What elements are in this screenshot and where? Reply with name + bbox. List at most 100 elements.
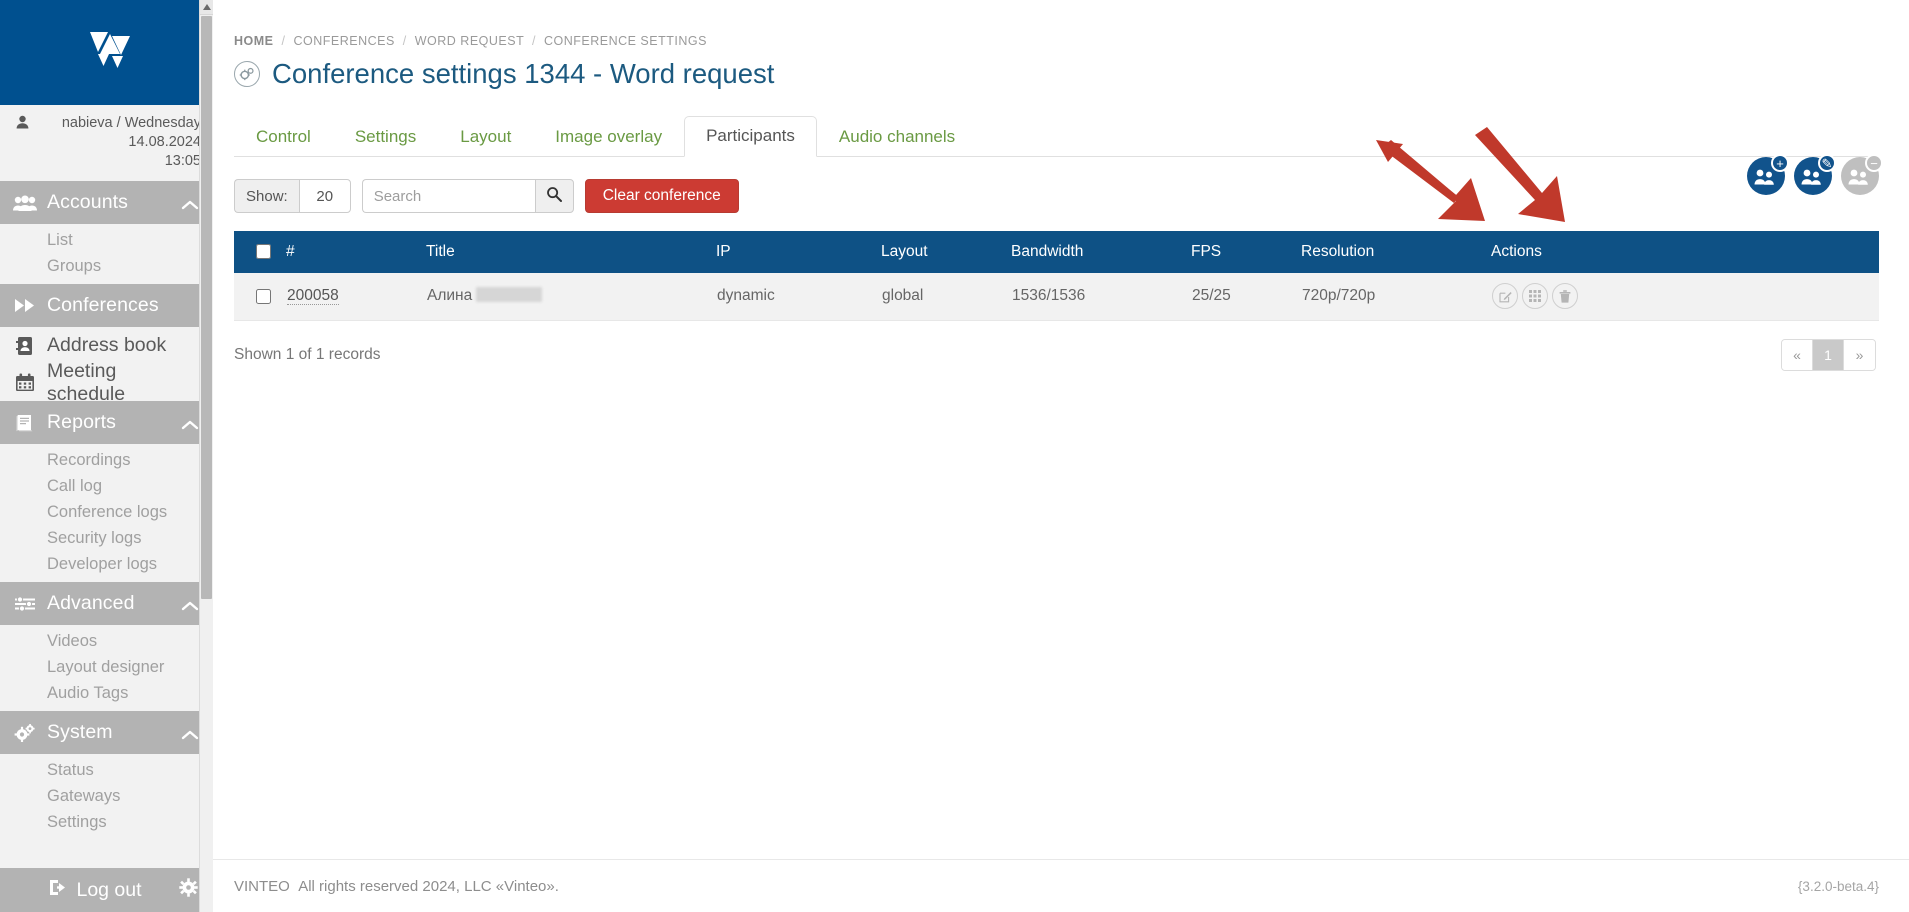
- breadcrumb-separator: /: [281, 34, 286, 48]
- sidebar-item-list[interactable]: List: [0, 227, 213, 253]
- select-all-checkbox[interactable]: [256, 244, 271, 260]
- sidebar-item-conference-logs[interactable]: Conference logs: [0, 499, 213, 525]
- participants-table-container: # Title IP Layout Bandwidth FPS Resoluti…: [234, 231, 1879, 321]
- cogs-icon: [12, 723, 38, 742]
- column-header-ip[interactable]: IP: [716, 231, 881, 273]
- sidebar-scrollbar[interactable]: [199, 0, 213, 912]
- logo-container[interactable]: [0, 0, 213, 105]
- column-header-fps[interactable]: FPS: [1191, 231, 1301, 273]
- search-input[interactable]: [361, 179, 535, 213]
- cell-bandwidth: 1536/1536: [1011, 273, 1191, 321]
- participant-name: Алина: [427, 287, 473, 305]
- sidebar-item-developer-logs[interactable]: Developer logs: [0, 551, 213, 577]
- scroll-up-arrow-icon[interactable]: [200, 0, 213, 15]
- search-button[interactable]: [534, 179, 574, 213]
- tab-settings[interactable]: Settings: [333, 117, 438, 157]
- pencil-badge-icon: ✎: [1818, 154, 1836, 172]
- cell-layout: global: [881, 273, 1011, 321]
- column-header-resolution[interactable]: Resolution: [1301, 231, 1491, 273]
- sidebar-item-groups[interactable]: Groups: [0, 253, 213, 279]
- tab-participants[interactable]: Participants: [684, 116, 817, 157]
- sidebar-group-accounts[interactable]: Accounts: [0, 181, 213, 224]
- sidebar-item-conferences[interactable]: Conferences: [0, 284, 213, 327]
- table-head: # Title IP Layout Bandwidth FPS Resoluti…: [234, 231, 1879, 273]
- sidebar-subitems-system: Status Gateways Settings: [0, 754, 213, 840]
- breadcrumb-item-conference-settings[interactable]: CONFERENCE SETTINGS: [544, 34, 707, 48]
- layout-participant-icon[interactable]: [1522, 283, 1548, 310]
- cell-fps: 25/25: [1191, 273, 1301, 321]
- chevron-up-icon: [181, 595, 199, 613]
- chevron-up-icon: [181, 724, 199, 742]
- redacted-surname: [476, 287, 543, 303]
- sidebar-group-system[interactable]: System: [0, 711, 213, 754]
- logout-bar: Log out: [0, 868, 213, 912]
- tab-bar: Control Settings Layout Image overlay Pa…: [234, 116, 1879, 157]
- clear-conference-button[interactable]: Clear conference: [584, 179, 739, 213]
- cell-actions: [1491, 273, 1879, 321]
- table-header-row: # Title IP Layout Bandwidth FPS Resoluti…: [234, 231, 1879, 273]
- cell-resolution: 720p/720p: [1301, 273, 1491, 321]
- cell-number: 200058: [286, 273, 426, 321]
- user-info: nabieva / Wednesday 14.08.2024 13:05: [0, 105, 213, 181]
- scrollbar-thumb[interactable]: [201, 16, 212, 599]
- sidebar-item-audio-tags[interactable]: Audio Tags: [0, 680, 213, 706]
- user-time: 13:05: [164, 153, 201, 169]
- sidebar-group-reports[interactable]: Reports: [0, 401, 213, 444]
- tab-control[interactable]: Control: [234, 117, 333, 157]
- sidebar: nabieva / Wednesday 14.08.2024 13:05 Acc…: [0, 0, 213, 912]
- fast-forward-icon: [12, 298, 38, 313]
- column-header-title[interactable]: Title: [426, 231, 716, 273]
- page-footer: VINTEO All rights reserved 2024, LLC «Vi…: [213, 859, 1909, 912]
- delete-participant-icon[interactable]: [1552, 283, 1578, 310]
- edit-participant-icon[interactable]: [1492, 283, 1518, 310]
- sidebar-item-label: Address book: [47, 334, 167, 356]
- column-header-number[interactable]: #: [286, 231, 426, 273]
- sidebar-item-videos[interactable]: Videos: [0, 628, 213, 654]
- participant-id-link[interactable]: 200058: [287, 287, 339, 306]
- sidebar-item-security-logs[interactable]: Security logs: [0, 525, 213, 551]
- remove-participants-button[interactable]: −: [1841, 154, 1883, 195]
- cell-ip: dynamic: [716, 273, 881, 321]
- sidebar-subitems-advanced: Videos Layout designer Audio Tags: [0, 625, 213, 711]
- pagination-next[interactable]: »: [1844, 339, 1875, 370]
- search-group: [361, 179, 574, 213]
- page-title: Conference settings 1344 - Word request: [231, 48, 1879, 90]
- table-row[interactable]: 200058 Алина dynamic global 1536/1536 25…: [234, 273, 1879, 321]
- sidebar-group-label: Conferences: [47, 294, 159, 316]
- table-footer: Shown 1 of 1 records « 1 »: [234, 338, 1876, 371]
- sidebar-item-status[interactable]: Status: [0, 757, 213, 783]
- sidebar-item-settings[interactable]: Settings: [0, 809, 213, 835]
- sidebar-item-meeting-schedule[interactable]: Meeting schedule: [0, 360, 213, 405]
- gear-icon[interactable]: [179, 877, 199, 903]
- tab-layout[interactable]: Layout: [438, 117, 533, 157]
- tab-image-overlay[interactable]: Image overlay: [533, 117, 684, 157]
- breadcrumb-item-home[interactable]: HOME: [234, 34, 274, 48]
- sidebar-item-recordings[interactable]: Recordings: [0, 447, 213, 473]
- column-header-layout[interactable]: Layout: [881, 231, 1011, 273]
- page-title-text: Conference settings 1344 - Word request: [272, 58, 775, 89]
- book-icon: [12, 414, 38, 432]
- cell-title: Алина: [426, 273, 716, 321]
- sidebar-group-advanced[interactable]: Advanced: [0, 582, 213, 625]
- row-checkbox[interactable]: [256, 288, 271, 304]
- column-header-bandwidth[interactable]: Bandwidth: [1011, 231, 1191, 273]
- table-body: 200058 Алина dynamic global 1536/1536 25…: [234, 273, 1879, 321]
- sliders-icon: [12, 595, 38, 612]
- user-icon: [16, 115, 29, 135]
- sidebar-item-address-book[interactable]: Address book: [0, 327, 213, 364]
- logout-button[interactable]: Log out: [12, 879, 179, 902]
- breadcrumb: HOME / CONFERENCES / WORD REQUEST / CONF…: [231, 0, 1879, 48]
- sidebar-item-gateways[interactable]: Gateways: [0, 783, 213, 809]
- add-participants-button[interactable]: +: [1747, 154, 1789, 195]
- pagination-page-1[interactable]: 1: [1813, 339, 1844, 370]
- tab-audio-channels[interactable]: Audio channels: [817, 117, 977, 157]
- show-count-select[interactable]: 20: [298, 179, 351, 213]
- sidebar-item-call-log[interactable]: Call log: [0, 473, 213, 499]
- edit-participants-button[interactable]: ✎: [1794, 154, 1836, 195]
- breadcrumb-separator: /: [531, 34, 536, 48]
- pagination-prev[interactable]: «: [1782, 339, 1813, 370]
- sidebar-item-layout-designer[interactable]: Layout designer: [0, 654, 213, 680]
- participant-action-buttons: + ✎ −: [1747, 154, 1883, 195]
- breadcrumb-item-conferences[interactable]: CONFERENCES: [293, 34, 394, 48]
- breadcrumb-item-word-request[interactable]: WORD REQUEST: [415, 34, 524, 48]
